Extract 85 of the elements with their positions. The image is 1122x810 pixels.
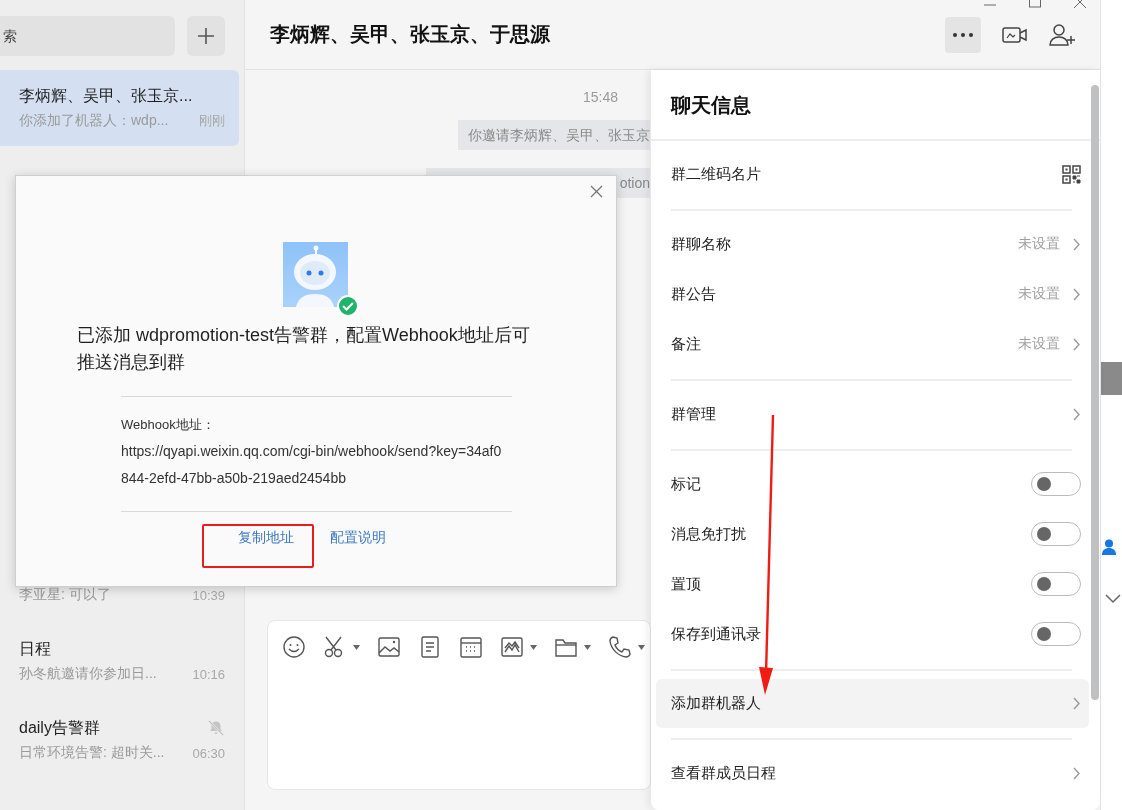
row-label: 群二维码名片 [671, 164, 761, 184]
add-button[interactable] [187, 16, 225, 56]
settings-row[interactable]: 消息免打扰 [656, 509, 1089, 559]
row-label: 查看群成员日程 [671, 763, 776, 783]
check-badge-icon [337, 295, 359, 317]
message-time: 10:39 [192, 587, 225, 603]
row-label: 置顶 [671, 574, 701, 594]
row-label: 群公告 [671, 284, 716, 304]
toggle-switch[interactable] [1031, 622, 1081, 646]
user-icon [1102, 539, 1116, 555]
message-time: 15:48 [582, 88, 618, 107]
picture-icon[interactable] [500, 635, 524, 659]
chevron-down-icon[interactable] [1105, 594, 1121, 604]
document-icon[interactable] [418, 635, 442, 659]
settings-row[interactable]: 群聊名称 未设置 [656, 219, 1089, 269]
settings-row[interactable]: 查看群成员日程 [656, 748, 1089, 798]
close-icon[interactable] [590, 185, 603, 198]
more-button[interactable] [945, 16, 981, 53]
video-camera-icon[interactable] [1002, 24, 1028, 45]
settings-row[interactable]: 标记 [656, 459, 1089, 509]
emoji-icon[interactable] [282, 635, 306, 659]
conversation-title: 日程 [19, 638, 51, 659]
toggle-switch[interactable] [1031, 572, 1081, 596]
message-time: 06:30 [192, 745, 225, 761]
row-label: 标记 [671, 474, 701, 494]
calendar-icon[interactable] [459, 635, 483, 659]
maximize-icon[interactable] [1029, 0, 1041, 8]
chevron-right-icon [1072, 697, 1081, 710]
conversation-item[interactable]: 日程 孙冬航邀请你参加日... 10:16 [0, 623, 239, 702]
settings-row[interactable]: 备注 未设置 [656, 319, 1089, 369]
chevron-right-icon [1072, 287, 1081, 301]
conversation-item[interactable]: daily告警群 日常环境告警: 超时关... 06:30 [0, 702, 239, 781]
image-icon[interactable] [377, 635, 401, 659]
qr-code-icon[interactable] [1062, 164, 1081, 184]
plus-icon [197, 27, 215, 45]
row-label: 消息免打扰 [671, 524, 746, 544]
add-member-icon[interactable] [1049, 22, 1076, 47]
settings-row[interactable]: 保存到通讯录 [656, 609, 1089, 659]
conversation-title: daily告警群 [19, 717, 100, 738]
chevron-right-icon [1072, 237, 1081, 251]
row-label: 添加群机器人 [671, 694, 761, 713]
dialog-link[interactable]: 配置说明 [330, 529, 386, 547]
search-field[interactable]: 索 [0, 16, 175, 56]
message-time: 10:16 [192, 666, 225, 682]
close-icon[interactable] [1074, 0, 1086, 8]
caret-icon[interactable] [584, 644, 591, 650]
conversation-item[interactable]: 李炳辉、吴甲、张玉京... 你添加了机器人：wdp... 刚刚 [0, 70, 239, 146]
toggle-switch[interactable] [1031, 522, 1081, 546]
scrollbar[interactable] [1091, 85, 1099, 700]
dark-block [1101, 362, 1122, 395]
webhook-url: https://qyapi.weixin.qq.com/cgi-bin/webhook/send?key=34af0844-2efd-47bb-a50b-219aed2454bb [121, 442, 503, 488]
dialog-link[interactable]: 复制地址 [238, 529, 294, 547]
conversation-title: 李炳辉、吴甲、张玉京... [19, 85, 193, 106]
caret-icon[interactable] [638, 644, 645, 650]
webhook-label: Webhook地址： [121, 416, 216, 434]
caret-icon[interactable] [530, 644, 537, 650]
message-input[interactable] [267, 620, 651, 790]
phone-icon[interactable] [608, 635, 632, 659]
settings-row[interactable]: 群公告 未设置 [656, 269, 1089, 319]
system-message: 你邀请李炳辉、吴甲、张玉京 [458, 120, 650, 150]
dialog-message: 已添加 wdpromotion-test告警群，配置Webhook地址后可推送消息到群 [77, 324, 531, 374]
settings-row[interactable]: 置顶 [656, 559, 1089, 609]
more-icon [952, 31, 974, 38]
message-preview: 你添加了机器人：wdp... [19, 112, 169, 130]
toggle-switch[interactable] [1031, 472, 1081, 496]
message-preview: 孙冬航邀请你参加日... [19, 665, 157, 683]
chevron-right-icon [1072, 407, 1081, 421]
row-value: 未设置 [1018, 235, 1060, 253]
chevron-right-icon [1072, 337, 1081, 351]
chat-title: 李炳辉、吴甲、张玉京、于思源 [270, 22, 550, 47]
message-time: 刚刚 [199, 112, 225, 130]
message-preview: 李亚星: 可以了 [19, 586, 111, 604]
robot-icon [283, 242, 348, 307]
row-label: 群聊名称 [671, 234, 731, 254]
settings-row[interactable]: 群管理 [656, 389, 1089, 439]
row-value: 未设置 [1018, 285, 1060, 303]
message-preview: 日常环境告警: 超时关... [19, 744, 165, 762]
row-label: 群管理 [671, 404, 716, 424]
caret-icon[interactable] [353, 644, 360, 650]
settings-row[interactable]: 群二维码名片 [656, 149, 1089, 199]
row-value: 未设置 [1018, 335, 1060, 353]
settings-row[interactable]: 添加群机器人 [656, 679, 1089, 728]
row-label: 备注 [671, 334, 701, 354]
row-label: 保存到通讯录 [671, 624, 761, 644]
chevron-right-icon [1072, 766, 1081, 780]
